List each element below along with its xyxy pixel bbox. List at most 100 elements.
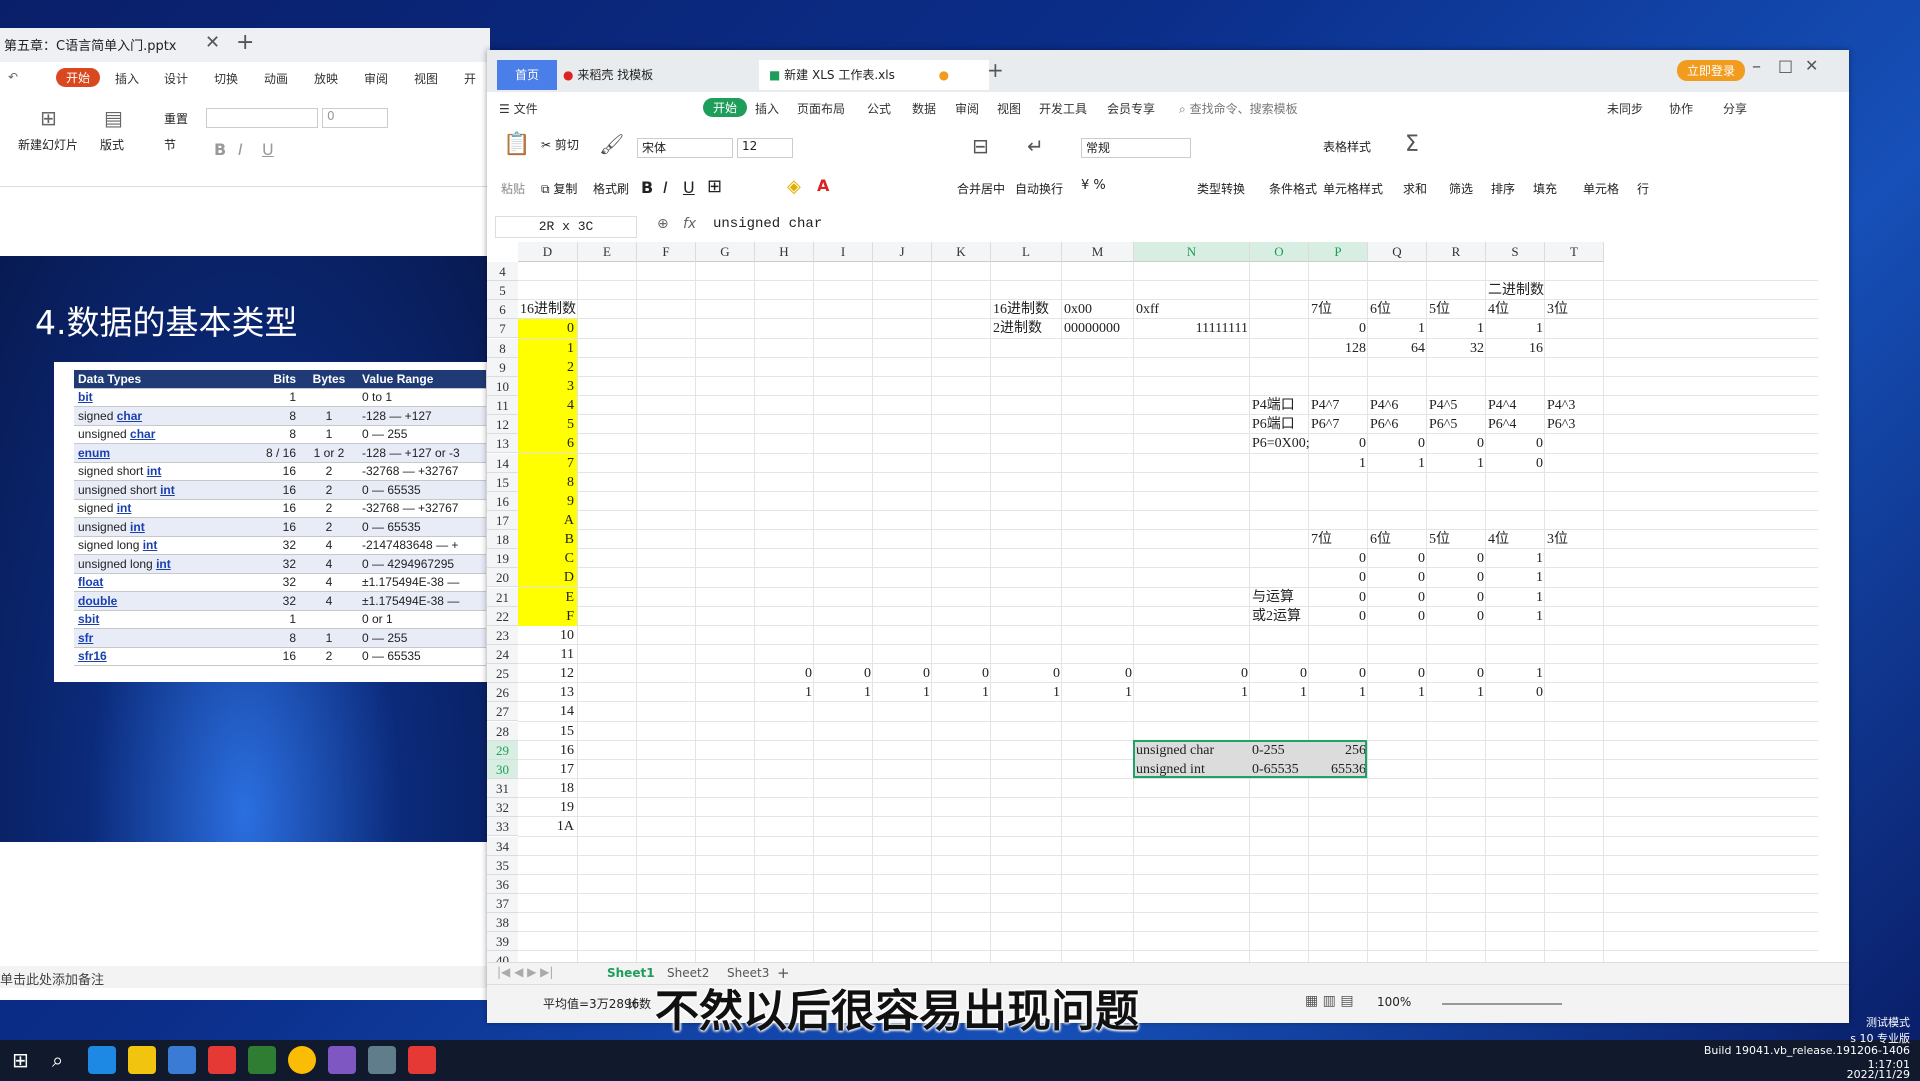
hex-cell[interactable]: 7 [518,453,577,473]
cell-S5[interactable]: 二进制数 [1486,281,1576,300]
hex-cell[interactable]: 12 [518,664,577,683]
type-convert-button[interactable]: 类型转换 [1197,180,1245,197]
chrome-icon[interactable] [288,1046,316,1074]
row-header-23[interactable]: 23 [487,625,518,645]
slide-canvas[interactable]: 4.数据的基本类型 Data Types Bits Bytes Value Ra… [0,256,490,842]
col-header-O[interactable]: O [1250,242,1309,262]
col-header-K[interactable]: K [932,242,991,262]
col-header-R[interactable]: R [1427,242,1486,262]
fill-color-icon[interactable]: ◈ [787,176,801,197]
wrap-button[interactable]: 自动换行 [1015,180,1063,197]
store-icon[interactable] [168,1046,196,1074]
cell-Q25[interactable]: 0 [1368,664,1427,683]
row-header-4[interactable]: 4 [487,262,518,281]
cell-O22[interactable]: 或2运算 [1250,607,1309,626]
tab-template[interactable]: ● 来稻壳 找模板 [553,60,753,90]
row-header-14[interactable]: 14 [487,453,518,473]
cell-P26[interactable]: 1 [1309,683,1368,702]
sheet-tab-1[interactable]: Sheet1 [607,966,655,980]
new-slide-icon[interactable]: ⊞ [40,106,57,130]
uvision-icon[interactable] [328,1046,356,1074]
row-header-8[interactable]: 8 [487,338,518,358]
menu-page-layout[interactable]: 页面布局 [797,100,845,117]
cell-S20[interactable]: 1 [1486,568,1545,587]
name-box[interactable]: 2R x 3C [495,216,637,238]
search-box[interactable]: ⌕ 查找命令、搜索模板 [1179,100,1298,117]
hex-cell[interactable]: 1 [518,338,577,358]
row-header-5[interactable]: 5 [487,281,518,301]
hex-cell[interactable]: 18 [518,779,577,798]
col-header-H[interactable]: H [755,242,814,262]
cell-H25[interactable]: 0 [755,664,814,683]
cell-P8[interactable]: 128 [1309,339,1368,358]
col-header-L[interactable]: L [991,242,1062,262]
hex-cell[interactable]: D [518,568,577,588]
row-header-22[interactable]: 22 [487,606,518,626]
col-header-D[interactable]: D [518,242,578,262]
sync-button[interactable]: 未同步 [1607,100,1643,117]
row-header-12[interactable]: 12 [487,415,518,435]
cell-H26[interactable]: 1 [755,683,814,702]
cell-M7[interactable]: 00000000 [1062,319,1134,338]
row-header-18[interactable]: 18 [487,530,518,550]
cell-N7[interactable]: 11111111 [1134,319,1250,338]
menu-data[interactable]: 数据 [912,100,936,117]
cell-Q21[interactable]: 0 [1368,588,1427,607]
cell-T11[interactable]: P4^3 [1545,396,1604,415]
row-col-button[interactable]: 行 [1637,180,1649,197]
cell-R19[interactable]: 0 [1427,549,1486,568]
cell-L6[interactable]: 16进制数 [991,300,1062,319]
ppt-menu-design[interactable]: 设计 [164,70,188,87]
ppt-tab-title[interactable]: 第五章：C语言简单入门.pptx [4,35,177,54]
notes-bar[interactable]: 单击此处添加备注 [0,966,490,988]
row-header-9[interactable]: 9 [487,357,518,377]
font-size-box[interactable]: 12 [737,138,793,158]
hex-cell[interactable]: 16 [518,741,577,760]
merge-button[interactable]: 合并居中 [957,180,1005,197]
menu-formula[interactable]: 公式 [867,100,891,117]
share-button[interactable]: 分享 [1723,100,1747,117]
search-icon[interactable]: ⌕ [52,1048,63,1072]
hex-cell[interactable]: 2 [518,357,577,377]
ppt-menu-slideshow[interactable]: 放映 [314,70,338,87]
row-header-32[interactable]: 32 [487,798,518,818]
cell-L7[interactable]: 2进制数 [991,319,1062,338]
col-header-J[interactable]: J [873,242,932,262]
cell-L25[interactable]: 0 [991,664,1062,683]
hex-cell[interactable]: 11 [518,645,577,664]
file-explorer-icon[interactable] [128,1046,156,1074]
underline-icon[interactable]: U [262,140,274,159]
sheet-nav-icons[interactable]: |◀ ◀ ▶ ▶| [497,965,553,979]
cell-R11[interactable]: P4^5 [1427,396,1486,415]
row-header-37[interactable]: 37 [487,893,518,913]
cell-S19[interactable]: 1 [1486,549,1545,568]
col-header-M[interactable]: M [1062,242,1134,262]
font-color-icon[interactable]: A [817,176,829,195]
cell-Q18[interactable]: 6位 [1368,530,1427,549]
row-header-21[interactable]: 21 [487,587,518,607]
tab-home[interactable]: 首页 [497,60,557,90]
cell-S14[interactable]: 0 [1486,454,1545,473]
wps-sheet-icon[interactable] [248,1046,276,1074]
col-header-Q[interactable]: Q [1368,242,1427,262]
cells-button[interactable]: 单元格 [1583,180,1619,197]
ppt-font-box[interactable] [206,108,318,128]
view-mode-icons[interactable]: ▦ ▥ ▤ [1305,993,1354,1009]
row-header-13[interactable]: 13 [487,434,518,454]
hex-cell[interactable]: E [518,587,577,607]
cell-J25[interactable]: 0 [873,664,932,683]
cell-M26[interactable]: 1 [1062,683,1134,702]
col-header-P[interactable]: P [1309,242,1368,262]
cell-Q7[interactable]: 1 [1368,319,1427,338]
row-header-39[interactable]: 39 [487,932,518,952]
cell-I26[interactable]: 1 [814,683,873,702]
filter-button[interactable]: 筛选 [1449,180,1473,197]
new-slide-button[interactable]: 新建幻灯片 [18,136,78,153]
cell-Q8[interactable]: 64 [1368,339,1427,358]
paste-icon[interactable]: 📋 [503,132,530,157]
ppt-menu-transition[interactable]: 切换 [214,70,238,87]
windows-start-icon[interactable]: ⊞ [12,1048,29,1072]
cell-S12[interactable]: P6^4 [1486,415,1545,434]
hex-cell[interactable]: 8 [518,472,577,492]
hex-cell[interactable]: 15 [518,722,577,741]
